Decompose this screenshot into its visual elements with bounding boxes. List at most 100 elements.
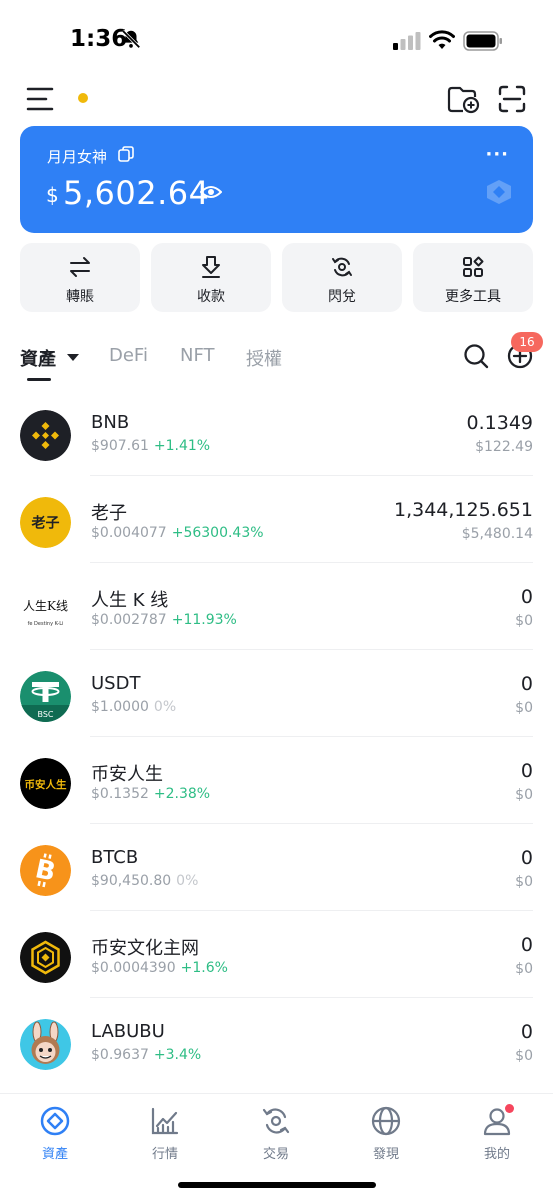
asset-price-row: $0.002787 +11.93% [91, 612, 237, 628]
more-options-icon[interactable]: ··· [485, 144, 509, 165]
asset-price: $0.0004390 [91, 960, 176, 976]
asset-change: +56300.43% [171, 525, 264, 541]
asset-row-usdt[interactable]: BSC USDT $1.0000 0% 0 $0 [0, 650, 553, 737]
binance-life-icon-text: 币安人生 [25, 778, 67, 791]
bnb-watermark-icon [487, 180, 511, 204]
transfer-icon [70, 257, 90, 277]
asset-amount: 0.1349 [466, 412, 533, 434]
scan-icon[interactable] [498, 85, 526, 113]
copy-icon[interactable] [118, 146, 134, 162]
notification-badge: 16 [511, 332, 543, 352]
usdt-network-label: BSC [37, 710, 53, 719]
swap-label: 閃兌 [328, 289, 356, 305]
asset-name: LABUBU [91, 1021, 165, 1042]
asset-name: 币安文化主网 [91, 938, 199, 959]
asset-value: $0 [515, 1048, 533, 1064]
nav-market-label: 行情 [151, 1147, 178, 1162]
nav-trade[interactable]: 交易 [221, 1104, 331, 1164]
usdt-icon: BSC [20, 671, 71, 722]
asset-row-btcb[interactable]: B BTCB $90,450.80 0% 0 $0 [0, 824, 553, 911]
asset-name: BNB [91, 412, 130, 433]
asset-amount: 0 [520, 586, 533, 608]
bell-muted-icon [121, 29, 141, 49]
asset-price-row: $907.61 +1.41% [91, 438, 210, 454]
asset-row-bnb[interactable]: BNB $907.61 +1.41% 0.1349 $122.49 [0, 389, 553, 476]
asset-row-life-k-line[interactable]: 人生K线 fe Destiny K-Li 人生 K 线 $0.002787 +11… [0, 563, 553, 650]
balance-card[interactable]: 月月女神 ··· $ 5,602.64 [20, 126, 533, 233]
status-time: 1:36 [70, 26, 128, 52]
receive-button[interactable]: 收款 [151, 243, 271, 312]
asset-name: 老子 [91, 503, 127, 524]
asset-change: +2.38% [153, 786, 211, 802]
asset-change: +11.93% [171, 612, 237, 628]
asset-price-row: $90,450.80 0% [91, 873, 198, 889]
tab-defi[interactable]: DeFi [109, 345, 148, 366]
transfer-button[interactable]: 轉賬 [20, 243, 140, 312]
asset-row-laozi[interactable]: 老子 老子 $0.004077 +56300.43% 1,344,125.651 … [0, 476, 553, 563]
eye-icon[interactable] [200, 184, 222, 200]
asset-name: 币安人生 [91, 764, 163, 785]
wallet-add-icon[interactable] [446, 84, 480, 114]
nav-profile[interactable]: 我的 [442, 1104, 552, 1164]
asset-price: $0.002787 [91, 612, 167, 628]
receive-label: 收款 [197, 289, 225, 305]
nav-market[interactable]: 行情 [110, 1104, 220, 1164]
life-k-line-icon: 人生K线 fe Destiny K-Li [20, 584, 71, 635]
asset-change: 0% [176, 873, 199, 889]
nav-assets-label: 資產 [41, 1147, 68, 1162]
asset-price-row: $0.0004390 +1.6% [91, 960, 228, 976]
laozi-icon: 老子 [20, 497, 71, 548]
asset-value: $0 [515, 961, 533, 977]
tab-approvals[interactable]: 授權 [246, 345, 282, 371]
asset-value: $0 [515, 874, 533, 890]
bnb-icon [20, 410, 71, 461]
nav-assets[interactable]: 資產 [0, 1104, 110, 1164]
asset-amount: 1,344,125.651 [393, 499, 533, 521]
asset-price-row: $0.1352 +2.38% [91, 786, 210, 802]
asset-row-labubu[interactable]: LABUBU $0.9637 +3.4% 0 $0 [0, 998, 553, 1085]
asset-change: 0% [153, 699, 177, 715]
discover-icon [371, 1106, 401, 1136]
asset-price: $907.61 [91, 438, 149, 454]
asset-value: $122.49 [475, 439, 533, 455]
search-icon[interactable] [463, 343, 489, 369]
asset-value: $0 [515, 787, 533, 803]
asset-price-row: $1.0000 0% [91, 699, 176, 715]
asset-amount: 0 [520, 1021, 533, 1043]
asset-price: $1.0000 [91, 699, 149, 715]
grid-icon [463, 256, 484, 277]
status-bar: 1:36 [0, 0, 553, 80]
asset-row-binance-life[interactable]: 币安人生 币安人生 $0.1352 +2.38% 0 $0 [0, 737, 553, 824]
total-balance: 5,602.64 [63, 174, 210, 212]
asset-value: $0 [515, 613, 533, 629]
laozi-icon-text: 老子 [32, 515, 60, 532]
market-icon [151, 1107, 179, 1135]
asset-name: 人生 K 线 [91, 590, 169, 611]
active-tab-indicator [27, 378, 51, 381]
asset-amount: 0 [520, 847, 533, 869]
notification-dot [78, 93, 88, 103]
asset-amount: 0 [520, 673, 533, 695]
nav-discover-label: 發現 [372, 1147, 399, 1162]
more-tools-button[interactable]: 更多工具 [413, 243, 533, 312]
tab-nft[interactable]: NFT [180, 345, 215, 366]
asset-price: $0.1352 [91, 786, 149, 802]
menu-icon[interactable] [26, 86, 54, 112]
asset-name: BTCB [91, 847, 139, 868]
asset-price: $90,450.80 [91, 873, 172, 889]
asset-amount: 0 [520, 934, 533, 956]
wifi-icon [429, 30, 455, 49]
tab-assets[interactable]: 資產 [20, 345, 56, 371]
trade-icon [262, 1108, 290, 1134]
asset-change: +1.41% [153, 438, 211, 454]
asset-price-row: $0.004077 +56300.43% [91, 525, 264, 541]
wallet-name[interactable]: 月月女神 [47, 146, 107, 167]
chevron-down-icon[interactable] [67, 354, 79, 361]
profile-notification-dot [505, 1104, 514, 1113]
asset-price: $0.9637 [91, 1047, 149, 1063]
asset-value: $0 [515, 700, 533, 716]
currency-symbol: $ [46, 183, 59, 207]
swap-button[interactable]: 閃兌 [282, 243, 402, 312]
nav-discover[interactable]: 發現 [331, 1104, 441, 1164]
asset-row-binance-culture[interactable]: 币安文化主网 $0.0004390 +1.6% 0 $0 [0, 911, 553, 998]
